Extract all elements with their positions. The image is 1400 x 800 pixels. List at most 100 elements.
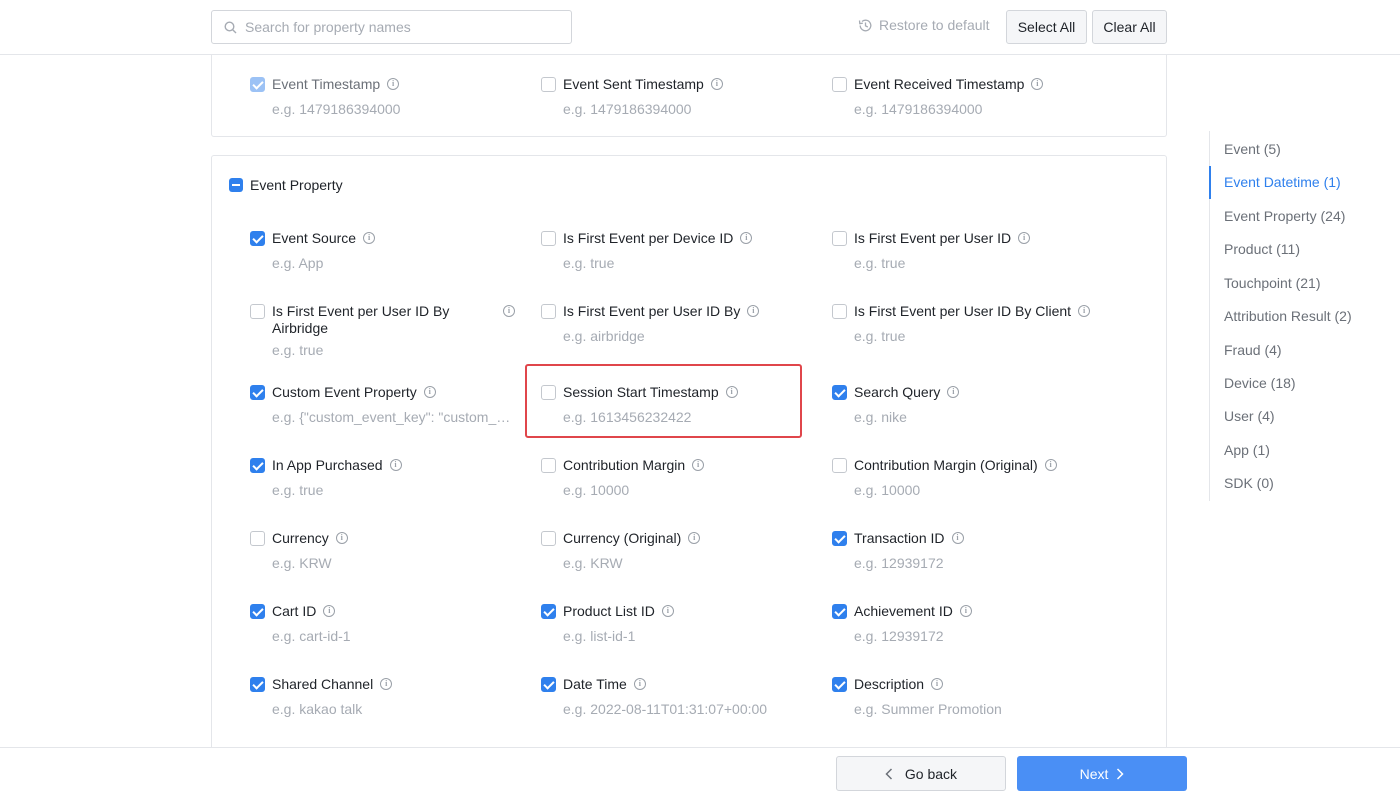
property-example: e.g. 1479186394000 bbox=[563, 101, 692, 117]
info-icon[interactable]: i bbox=[1031, 78, 1044, 90]
clear-all-button[interactable]: Clear All bbox=[1092, 10, 1167, 44]
checkbox[interactable] bbox=[832, 385, 847, 400]
nav-item-device[interactable]: Device (18) bbox=[1224, 375, 1296, 391]
checkbox[interactable] bbox=[541, 458, 556, 473]
property-example: e.g. true bbox=[272, 482, 324, 498]
checkbox[interactable] bbox=[832, 458, 847, 473]
info-icon[interactable]: i bbox=[1044, 459, 1057, 471]
next-button[interactable]: Next bbox=[1017, 756, 1187, 791]
checkbox[interactable] bbox=[832, 604, 847, 619]
nav-item-event-datetime[interactable]: Event Datetime (1) bbox=[1224, 174, 1341, 190]
property-item: Is First Event per User ID By Client i e.g… bbox=[832, 303, 1094, 344]
checkbox[interactable] bbox=[832, 231, 847, 246]
info-icon[interactable]: i bbox=[931, 678, 944, 690]
info-icon[interactable]: i bbox=[423, 386, 436, 398]
info-icon[interactable]: i bbox=[959, 605, 972, 617]
checkbox[interactable] bbox=[541, 304, 556, 319]
property-item: Custom Event Property i e.g. {"custom_even… bbox=[250, 384, 512, 425]
info-icon[interactable]: i bbox=[380, 678, 393, 690]
info-icon[interactable]: i bbox=[389, 459, 402, 471]
property-example: e.g. KRW bbox=[563, 555, 623, 571]
nav-item-event[interactable]: Event (5) bbox=[1224, 141, 1281, 157]
checkbox[interactable] bbox=[832, 677, 847, 692]
checkbox[interactable] bbox=[541, 677, 556, 692]
section-header[interactable]: Event Property bbox=[229, 177, 343, 193]
go-back-button[interactable]: Go back bbox=[836, 756, 1006, 791]
restore-default-button[interactable]: Restore to default bbox=[858, 17, 990, 33]
checkbox[interactable] bbox=[250, 231, 265, 246]
footer-bar bbox=[0, 747, 1400, 800]
restore-icon bbox=[858, 19, 872, 31]
property-item: Session Start Timestamp i e.g. 16134562324… bbox=[541, 384, 803, 425]
property-label: Event Received Timestamp bbox=[854, 76, 1025, 92]
property-item: Event Source i e.g. App bbox=[250, 230, 512, 271]
checkbox[interactable] bbox=[541, 385, 556, 400]
property-item: In App Purchased i e.g. true bbox=[250, 457, 512, 498]
nav-item-sdk[interactable]: SDK (0) bbox=[1224, 475, 1274, 491]
nav-item-app[interactable]: App (1) bbox=[1224, 442, 1270, 458]
info-icon[interactable]: i bbox=[710, 78, 723, 90]
property-example: e.g. 1613456232422 bbox=[563, 409, 692, 425]
checkbox[interactable] bbox=[541, 231, 556, 246]
property-example: e.g. 12939172 bbox=[854, 555, 944, 571]
checkbox[interactable] bbox=[250, 77, 265, 92]
info-icon[interactable]: i bbox=[951, 532, 964, 544]
checkbox[interactable] bbox=[250, 385, 265, 400]
property-example: e.g. cart-id-1 bbox=[272, 628, 351, 644]
checkbox[interactable] bbox=[250, 531, 265, 546]
search-box[interactable] bbox=[211, 10, 572, 44]
property-example: e.g. 1479186394000 bbox=[272, 101, 401, 117]
info-icon[interactable]: i bbox=[363, 232, 376, 244]
info-icon[interactable]: i bbox=[633, 678, 646, 690]
section-toggle-checkbox[interactable] bbox=[229, 178, 243, 192]
nav-item-user[interactable]: User (4) bbox=[1224, 408, 1275, 424]
property-example: e.g. true bbox=[563, 255, 615, 271]
property-item: Is First Event per User ID By Airbridge i… bbox=[250, 303, 515, 358]
info-icon[interactable]: i bbox=[323, 605, 336, 617]
checkbox[interactable] bbox=[832, 304, 847, 319]
info-icon[interactable]: i bbox=[661, 605, 674, 617]
property-item: Is First Event per User ID i e.g. true bbox=[832, 230, 1094, 271]
property-example: e.g. 12939172 bbox=[854, 628, 944, 644]
info-icon[interactable]: i bbox=[335, 532, 348, 544]
property-item: Search Query i e.g. nike bbox=[832, 384, 1094, 425]
info-icon[interactable]: i bbox=[1018, 232, 1031, 244]
property-item: Contribution Margin i e.g. 10000 bbox=[541, 457, 803, 498]
info-icon[interactable]: i bbox=[725, 386, 738, 398]
property-label: Currency bbox=[272, 530, 329, 546]
property-example: e.g. 10000 bbox=[854, 482, 921, 498]
property-item: Event Timestamp i e.g. 1479186394000 bbox=[250, 76, 512, 117]
info-icon[interactable]: i bbox=[692, 459, 705, 471]
property-item: Transaction ID i e.g. 12939172 bbox=[832, 530, 1094, 571]
info-icon[interactable]: i bbox=[740, 232, 753, 244]
property-item: Date Time i e.g. 2022-08-11T01:31:07+00:00 bbox=[541, 676, 803, 717]
top-toolbar: Restore to default Select All Clear All bbox=[0, 0, 1400, 55]
property-label: Is First Event per Device ID bbox=[563, 230, 734, 246]
nav-item-event-property[interactable]: Event Property (24) bbox=[1224, 208, 1345, 224]
info-icon[interactable]: i bbox=[387, 78, 400, 90]
nav-item-product[interactable]: Product (11) bbox=[1224, 241, 1300, 257]
checkbox[interactable] bbox=[541, 77, 556, 92]
info-icon[interactable]: i bbox=[688, 532, 701, 544]
info-icon[interactable]: i bbox=[947, 386, 960, 398]
checkbox[interactable] bbox=[541, 604, 556, 619]
property-label: Contribution Margin bbox=[563, 457, 686, 473]
property-example: e.g. 1479186394000 bbox=[854, 101, 983, 117]
search-input[interactable] bbox=[245, 19, 545, 35]
checkbox[interactable] bbox=[250, 677, 265, 692]
checkbox[interactable] bbox=[832, 77, 847, 92]
info-icon[interactable]: i bbox=[503, 305, 515, 317]
nav-item-touchpoint[interactable]: Touchpoint (21) bbox=[1224, 275, 1321, 291]
nav-item-fraud[interactable]: Fraud (4) bbox=[1224, 342, 1282, 358]
checkbox[interactable] bbox=[250, 458, 265, 473]
checkbox[interactable] bbox=[250, 604, 265, 619]
select-all-button[interactable]: Select All bbox=[1006, 10, 1087, 44]
checkbox[interactable] bbox=[832, 531, 847, 546]
info-icon[interactable]: i bbox=[747, 305, 760, 317]
checkbox[interactable] bbox=[541, 531, 556, 546]
info-icon[interactable]: i bbox=[1078, 305, 1091, 317]
checkbox[interactable] bbox=[250, 304, 265, 319]
property-example: e.g. {"custom_event_key": "custom_event_… bbox=[272, 409, 512, 425]
property-label: Session Start Timestamp bbox=[563, 384, 719, 400]
nav-item-attribution-result[interactable]: Attribution Result (2) bbox=[1224, 308, 1352, 324]
